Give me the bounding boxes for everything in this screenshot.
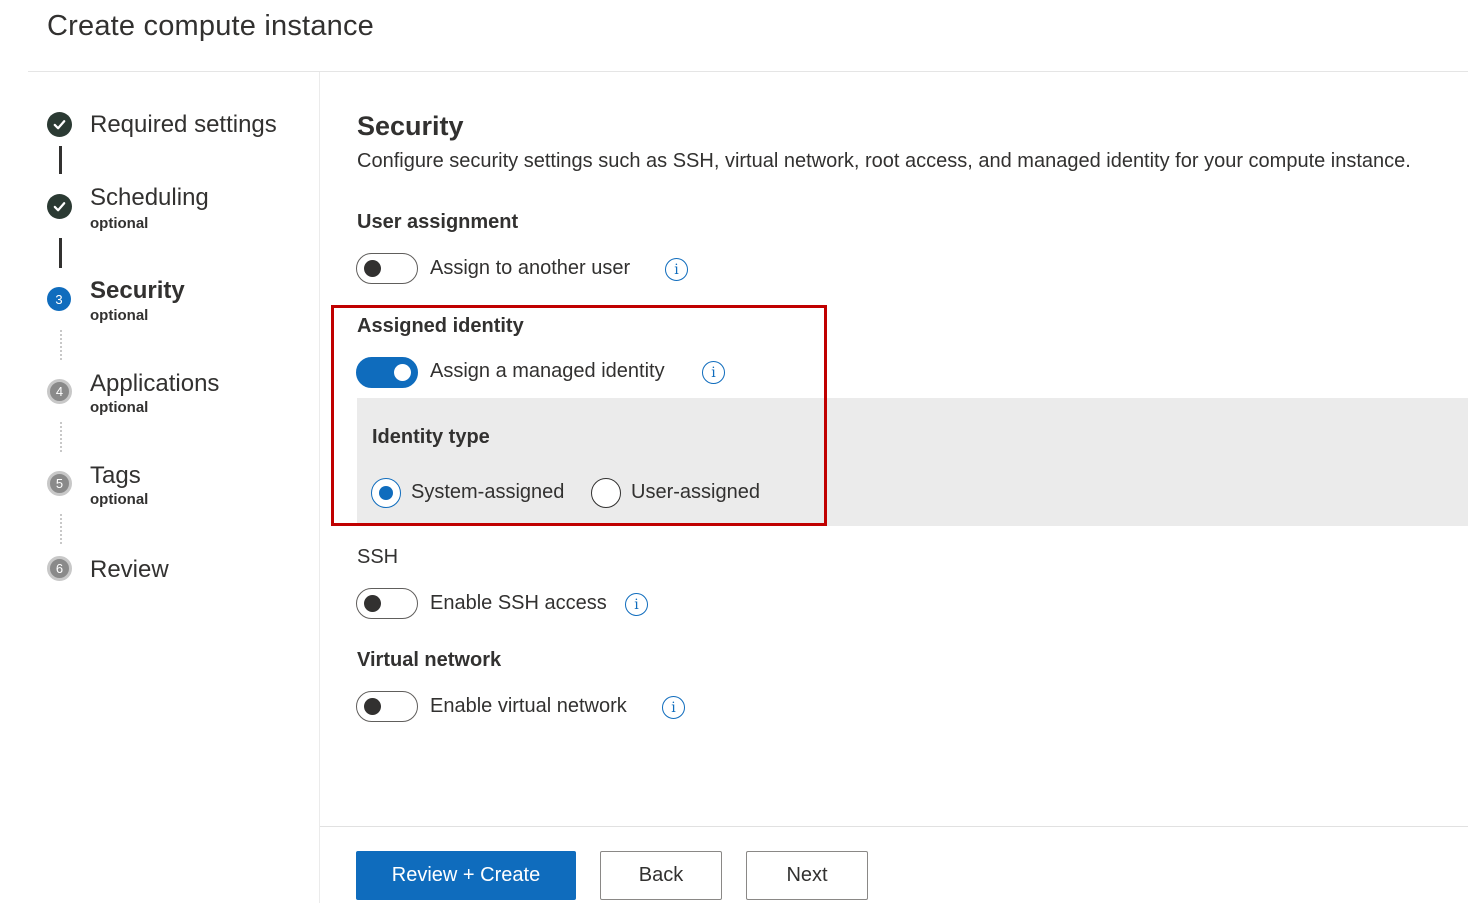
step-connector (59, 146, 62, 174)
step-optional: optional (90, 491, 149, 508)
ssh-label: SSH (357, 546, 399, 568)
virtual-network-toggle[interactable] (356, 691, 418, 722)
ssh-toggle-label: Enable SSH access (430, 592, 607, 614)
virtual-network-toggle-label: Enable virtual network (430, 695, 627, 717)
step-label: Applications (90, 370, 220, 397)
step-optional: optional (90, 307, 149, 324)
user-assigned-radio[interactable] (591, 478, 621, 508)
title-divider (28, 71, 1468, 72)
info-icon[interactable]: i (662, 696, 685, 719)
next-button[interactable]: Next (746, 851, 868, 900)
step-number-badge: 3 (47, 287, 71, 311)
toggle-knob (364, 595, 381, 612)
identity-type-label: Identity type (372, 426, 490, 448)
identity-type-panel (357, 398, 1468, 526)
managed-identity-toggle-label: Assign a managed identity (430, 360, 665, 382)
toggle-knob (364, 698, 381, 715)
step-label: Tags (90, 462, 141, 489)
assign-user-toggle[interactable] (356, 253, 418, 284)
step-number-badge: 4 (47, 379, 72, 404)
back-button[interactable]: Back (600, 851, 722, 900)
footer-divider (320, 826, 1468, 827)
step-label: Required settings (90, 111, 277, 138)
system-assigned-label[interactable]: System-assigned (411, 481, 564, 504)
step-number-badge: 5 (47, 471, 72, 496)
toggle-knob (364, 260, 381, 277)
assign-user-toggle-label: Assign to another user (430, 257, 631, 279)
user-assignment-label: User assignment (357, 211, 519, 233)
checkmark-icon (47, 112, 72, 137)
step-label: Review (90, 556, 169, 583)
virtual-network-label: Virtual network (357, 649, 502, 671)
section-description: Configure security settings such as SSH,… (357, 150, 1411, 172)
step-label: Security (90, 277, 185, 304)
managed-identity-toggle[interactable] (356, 357, 418, 388)
info-icon[interactable]: i (665, 258, 688, 281)
sidebar-divider (319, 72, 320, 903)
info-icon[interactable]: i (702, 361, 725, 384)
info-icon[interactable]: i (625, 593, 648, 616)
system-assigned-radio[interactable] (371, 478, 401, 508)
step-connector (60, 422, 62, 452)
step-connector (59, 238, 62, 268)
step-label: Scheduling (90, 184, 209, 211)
step-connector (60, 514, 62, 544)
step-optional: optional (90, 215, 149, 232)
assigned-identity-label: Assigned identity (357, 315, 524, 337)
review-create-button[interactable]: Review + Create (356, 851, 576, 900)
page-title: Create compute instance (47, 10, 374, 42)
checkmark-icon (47, 194, 72, 219)
step-connector (60, 330, 62, 360)
user-assigned-label[interactable]: User-assigned (631, 481, 760, 504)
step-number-badge: 6 (47, 556, 72, 581)
step-optional: optional (90, 399, 149, 416)
section-title: Security (357, 111, 464, 141)
ssh-toggle[interactable] (356, 588, 418, 619)
toggle-knob (394, 364, 411, 381)
